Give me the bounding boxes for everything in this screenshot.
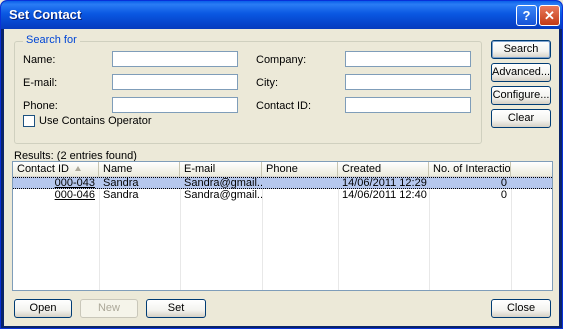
table-row[interactable]: 000-046 Sandra Sandra@gmail.... 14/06/20… bbox=[13, 190, 552, 202]
advanced-button[interactable]: Advanced... bbox=[491, 63, 551, 82]
table-row[interactable]: 000-043 Sandra Sandra@gmail.... 14/06/20… bbox=[13, 177, 552, 189]
phone-cell bbox=[262, 178, 338, 190]
column-header-label: Created bbox=[342, 163, 382, 175]
set-contact-dialog: Set Contact ? ✕ Search for Name: E-mail:… bbox=[0, 0, 563, 329]
window-title: Set Contact bbox=[9, 7, 82, 22]
name-label: Name: bbox=[23, 54, 56, 66]
phone-label: Phone: bbox=[23, 100, 58, 112]
close-window-button[interactable]: ✕ bbox=[539, 5, 560, 26]
search-legend: Search for bbox=[23, 34, 80, 46]
column-header-phone[interactable]: Phone bbox=[262, 162, 338, 177]
name-cell: Sandra bbox=[103, 190, 139, 201]
column-header-label: No. of Interactio... bbox=[433, 163, 511, 175]
contains-operator-label: Use Contains Operator bbox=[39, 115, 152, 127]
created-cell: 14/06/2011 12:40 bbox=[342, 190, 427, 201]
sort-ascending-icon bbox=[75, 166, 81, 171]
grid-header: Contact ID Name E-mail Phone Created No.… bbox=[13, 162, 552, 177]
contact-id-link[interactable]: 000-046 bbox=[13, 190, 99, 202]
clear-button[interactable]: Clear bbox=[491, 109, 551, 128]
column-header-label: Contact ID bbox=[17, 163, 69, 175]
column-header-contact-id[interactable]: Contact ID bbox=[13, 162, 99, 177]
new-button[interactable]: New bbox=[80, 299, 138, 318]
created-cell: 14/06/2011 12:29 bbox=[342, 178, 427, 189]
results-grid[interactable]: Contact ID Name E-mail Phone Created No.… bbox=[12, 161, 553, 291]
contact-id-link[interactable]: 000-043 bbox=[13, 178, 99, 190]
email-field[interactable] bbox=[112, 74, 238, 90]
name-cell: Sandra bbox=[103, 178, 139, 189]
column-header-label: Name bbox=[103, 163, 133, 175]
column-header-label: Phone bbox=[266, 163, 298, 175]
phone-field[interactable] bbox=[112, 97, 238, 113]
email-cell: Sandra@gmail.... bbox=[184, 190, 262, 201]
email-cell: Sandra@gmail.... bbox=[184, 178, 262, 189]
close-button[interactable]: Close bbox=[491, 299, 551, 318]
column-header-created[interactable]: Created bbox=[338, 162, 429, 177]
contact-id-label: Contact ID: bbox=[256, 100, 312, 112]
search-button[interactable]: Search bbox=[491, 40, 551, 59]
column-header-email[interactable]: E-mail bbox=[180, 162, 262, 177]
dialog-body: Search for Name: E-mail: Phone: Company:… bbox=[4, 29, 559, 326]
help-button[interactable]: ? bbox=[516, 5, 537, 26]
city-field[interactable] bbox=[345, 74, 471, 90]
name-field[interactable] bbox=[112, 51, 238, 67]
email-label: E-mail: bbox=[23, 77, 58, 89]
configure-button[interactable]: Configure... bbox=[491, 86, 551, 105]
column-header-name[interactable]: Name bbox=[99, 162, 180, 177]
column-header-interactions[interactable]: No. of Interactio... bbox=[429, 162, 511, 177]
column-header-label: E-mail bbox=[184, 163, 216, 175]
open-button[interactable]: Open bbox=[14, 299, 72, 318]
contact-id-field[interactable] bbox=[345, 97, 471, 113]
title-bar[interactable]: Set Contact ? ✕ bbox=[1, 1, 562, 29]
phone-cell bbox=[262, 190, 338, 202]
city-label: City: bbox=[256, 77, 278, 89]
interactions-cell: 0 bbox=[500, 178, 507, 189]
contains-operator-checkbox[interactable] bbox=[23, 115, 35, 127]
interactions-cell: 0 bbox=[500, 190, 507, 201]
company-label: Company: bbox=[256, 54, 307, 66]
company-field[interactable] bbox=[345, 51, 471, 67]
set-button[interactable]: Set bbox=[146, 299, 206, 318]
